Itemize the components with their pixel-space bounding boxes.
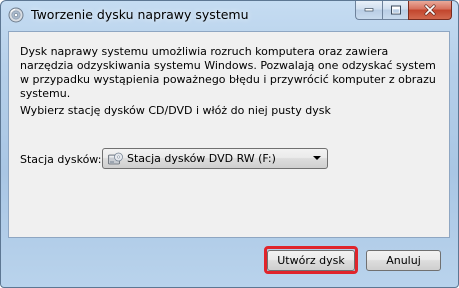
window-title: Tworzenie dysku naprawy systemu: [31, 7, 249, 22]
disc-icon: [8, 7, 24, 23]
minimize-button[interactable]: [355, 1, 382, 20]
maximize-icon: [390, 5, 401, 15]
description-text: Dysk naprawy systemu umożliwia rozruch k…: [20, 45, 436, 100]
optical-drive-icon: [107, 151, 123, 166]
close-icon: [424, 4, 436, 16]
cancel-button[interactable]: Anuluj: [366, 250, 441, 271]
dialog-content: Dysk naprawy systemu umożliwia rozruch k…: [8, 31, 450, 238]
chevron-down-icon: [313, 156, 321, 160]
drive-selected-value: Stacja dysków DVD RW (F:): [127, 152, 276, 165]
drive-select[interactable]: Stacja dysków DVD RW (F:): [102, 148, 328, 169]
instruction-text: Wybierz stację dysków CD/DVD i włóż do n…: [20, 104, 331, 117]
minimize-icon: [364, 8, 374, 12]
create-disc-button[interactable]: Utwórz dysk: [267, 250, 355, 271]
title-bar[interactable]: Tworzenie dysku naprawy systemu: [1, 1, 458, 31]
dialog-window: Tworzenie dysku naprawy systemu Dysk nap…: [0, 0, 459, 288]
close-button[interactable]: [408, 1, 452, 20]
maximize-button[interactable]: [382, 1, 408, 20]
caption-buttons: [355, 1, 452, 21]
drive-label: Stacja dysków:: [20, 153, 102, 166]
